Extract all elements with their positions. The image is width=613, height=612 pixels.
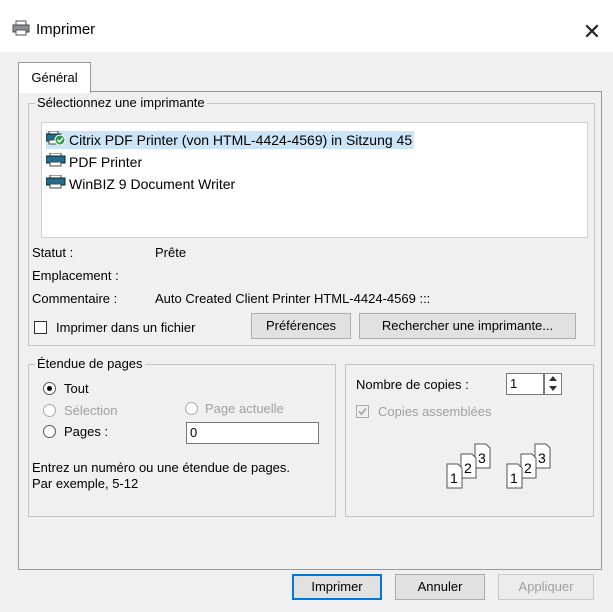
find-printer-button[interactable]: Rechercher une imprimante... xyxy=(359,313,576,339)
printer-group-legend: Sélectionnez une imprimante xyxy=(35,95,207,110)
all-pages-label: Tout xyxy=(64,381,89,396)
printer-item-pdf[interactable]: PDF Printer xyxy=(45,152,144,171)
spinner-down-icon[interactable] xyxy=(549,386,557,391)
copies-label: Nombre de copies : xyxy=(356,377,469,392)
tab-panel-general: Sélectionnez une imprimante Citrix PDF P… xyxy=(18,91,602,570)
page-range-legend: Étendue de pages xyxy=(35,356,145,371)
status-label: Statut : xyxy=(32,245,74,260)
pages-input[interactable]: 0 xyxy=(186,422,319,444)
page-digit-3: 3 xyxy=(478,450,486,466)
tab-general[interactable]: Général xyxy=(18,62,91,93)
page-digit-1: 1 xyxy=(510,470,518,486)
printer-list[interactable]: Citrix PDF Printer (von HTML-4424-4569) … xyxy=(41,122,588,238)
collate-illustration: 1 2 3 1 2 3 xyxy=(441,442,571,492)
comment-value: Auto Created Client Printer HTML-4424-45… xyxy=(155,291,431,306)
printer-name: Citrix PDF Printer (von HTML-4424-4569) … xyxy=(69,132,413,148)
pages-label: Pages : xyxy=(64,424,109,439)
page-range-hint-line1: Entrez un numéro ou une étendue de pages… xyxy=(32,460,291,475)
printer-name: WinBIZ 9 Document Writer xyxy=(69,176,236,192)
page-range-hint-line2: Par exemple, 5-12 xyxy=(32,476,139,491)
printer-icon xyxy=(45,152,66,171)
printer-icon xyxy=(45,174,66,193)
printer-icon xyxy=(12,20,30,39)
current-page-radio[interactable] xyxy=(185,402,198,415)
page-digit-1: 1 xyxy=(450,470,458,486)
close-button[interactable]: ✕ xyxy=(574,14,610,50)
preferences-button[interactable]: Préférences xyxy=(251,313,351,339)
printer-select-group: Sélectionnez une imprimante Citrix PDF P… xyxy=(28,95,595,346)
window-title: Imprimer xyxy=(36,21,96,38)
printer-item-winbiz[interactable]: WinBIZ 9 Document Writer xyxy=(45,174,237,193)
selection-radio[interactable] xyxy=(43,404,56,417)
pages-radio[interactable] xyxy=(43,425,56,438)
selection-label: Sélection xyxy=(64,403,118,418)
collate-label: Copies assemblées xyxy=(378,404,492,419)
printer-item-citrix[interactable]: Citrix PDF Printer (von HTML-4424-4569) … xyxy=(45,130,415,149)
printer-name: PDF Printer xyxy=(69,154,143,170)
page-range-group: Étendue de pages Tout Sélection Page act… xyxy=(28,356,336,517)
printer-default-icon xyxy=(45,130,66,149)
copies-spinner[interactable] xyxy=(544,373,562,395)
apply-button[interactable]: Appliquer xyxy=(498,574,594,600)
comment-label: Commentaire : xyxy=(32,291,118,306)
collate-checkbox[interactable] xyxy=(356,405,369,418)
copies-input[interactable]: 1 xyxy=(506,373,544,395)
print-button[interactable]: Imprimer xyxy=(292,574,382,600)
spinner-up-icon[interactable] xyxy=(549,376,557,381)
copies-group: Nombre de copies : 1 Copies assemblées 1… xyxy=(345,364,594,517)
print-to-file-checkbox[interactable] xyxy=(34,321,47,334)
cancel-button[interactable]: Annuler xyxy=(395,574,485,600)
page-digit-3: 3 xyxy=(538,450,546,466)
page-digit-2: 2 xyxy=(464,460,472,476)
collated-pages-icon xyxy=(446,443,551,489)
current-page-label: Page actuelle xyxy=(205,401,284,416)
all-pages-radio[interactable] xyxy=(43,382,56,395)
page-digit-2: 2 xyxy=(524,460,532,476)
location-label: Emplacement : xyxy=(32,268,119,283)
title-bar: Imprimer ✕ xyxy=(0,0,613,52)
checkmark-icon xyxy=(358,407,367,416)
print-to-file-label: Imprimer dans un fichier xyxy=(56,320,196,335)
status-value: Prête xyxy=(155,245,187,260)
